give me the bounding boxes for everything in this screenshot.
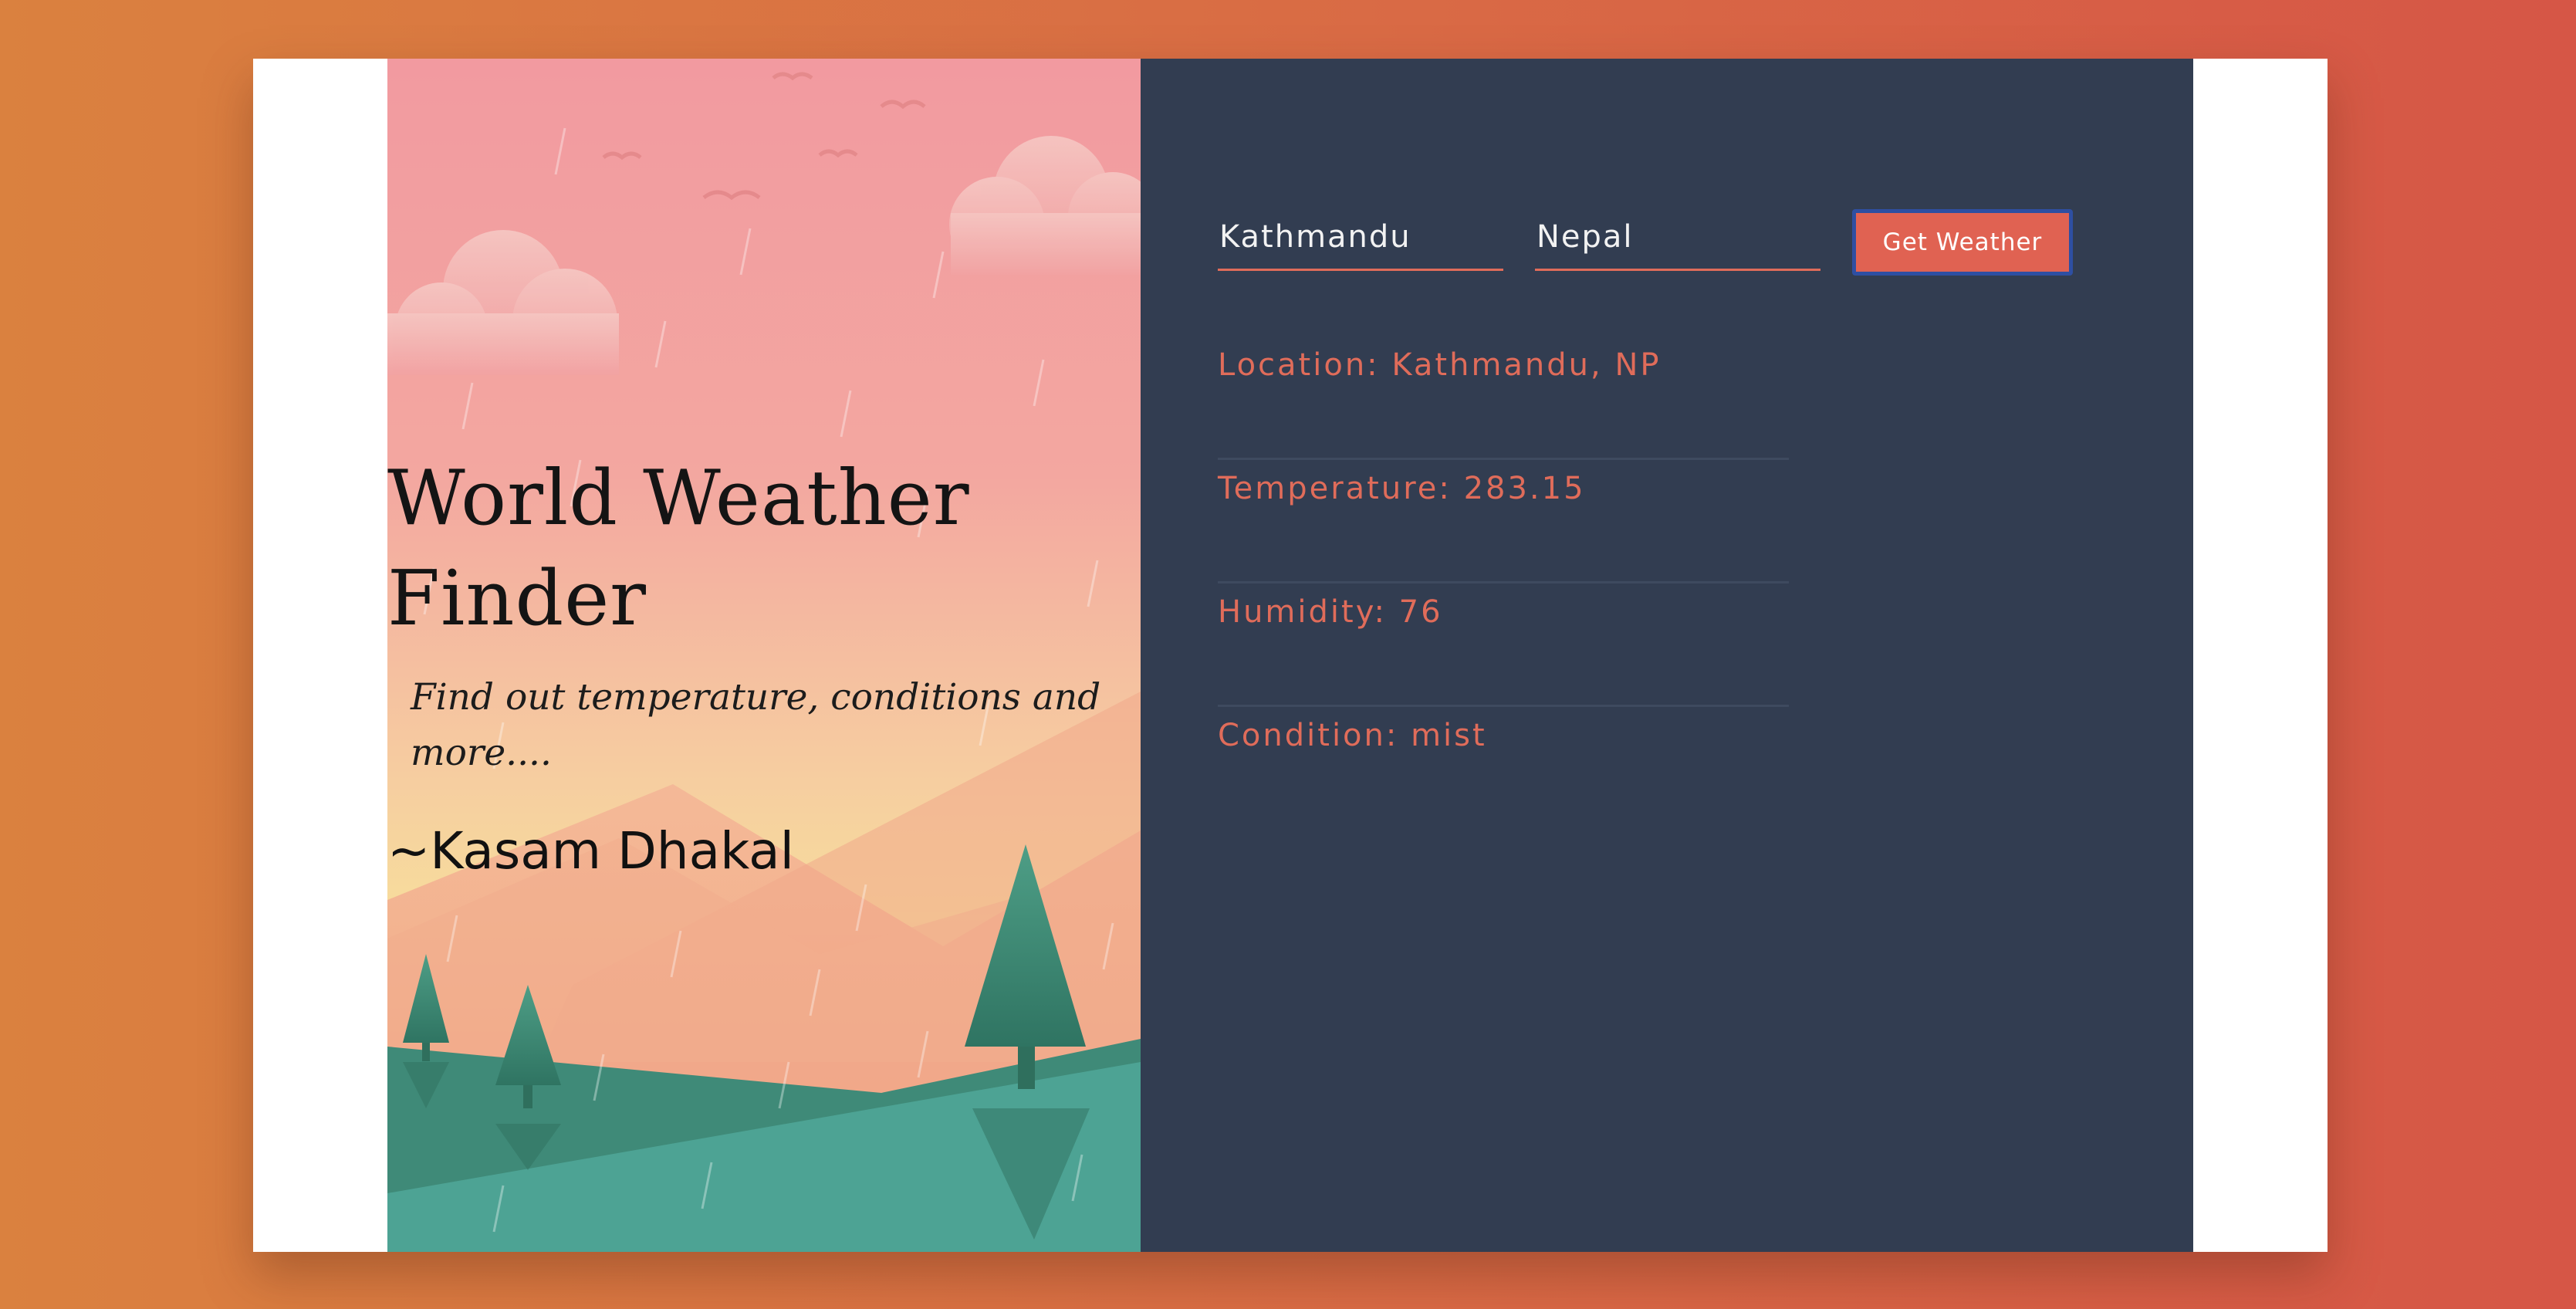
title-line-2: Finder — [387, 555, 647, 643]
page-title: World Weather Finder — [387, 448, 1141, 649]
condition-result: Condition: mist — [1218, 707, 1789, 830]
author-credit: ~Kasam Dhakal — [387, 821, 794, 881]
temperature-result: Temperature: 283.15 — [1218, 460, 1789, 583]
get-weather-button[interactable]: Get Weather — [1852, 209, 2073, 276]
subtitle-line-1: Find out temperature, conditions and — [411, 676, 1101, 719]
location-result: Location: Kathmandu, NP — [1218, 337, 1789, 460]
city-input[interactable]: Kathmandu — [1218, 205, 1503, 271]
app-card: World Weather Finder Find out temperatur… — [253, 59, 2328, 1252]
weather-panel: Kathmandu Nepal Get Weather Location: Ka… — [1141, 59, 2193, 1252]
humidity-text: Humidity: 76 — [1218, 594, 1443, 630]
country-input-value: Nepal — [1536, 219, 1634, 255]
hero-panel: World Weather Finder Find out temperatur… — [387, 59, 1141, 1252]
temperature-text: Temperature: 283.15 — [1218, 471, 1586, 506]
subtitle: Find out temperature, conditions and mor… — [411, 670, 1117, 781]
location-text: Location: Kathmandu, NP — [1218, 347, 1662, 383]
title-line-1: World Weather — [387, 455, 970, 543]
city-input-value: Kathmandu — [1219, 219, 1411, 255]
humidity-result: Humidity: 76 — [1218, 583, 1789, 707]
country-input[interactable]: Nepal — [1535, 205, 1820, 271]
condition-text: Condition: mist — [1218, 718, 1487, 753]
subtitle-line-2: more.... — [411, 732, 552, 774]
landscape-illustration — [387, 59, 1141, 1252]
